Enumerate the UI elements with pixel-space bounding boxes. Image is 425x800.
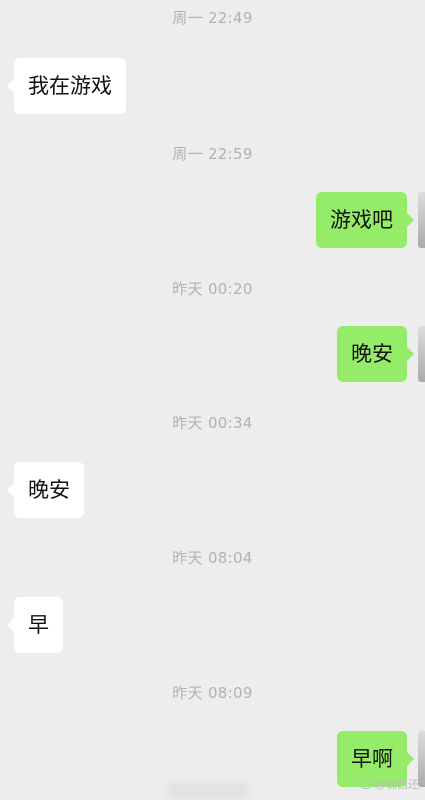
avatar[interactable] — [418, 731, 425, 787]
blurred-area — [168, 782, 248, 800]
timestamp: 昨天 08:04 — [172, 549, 253, 567]
timestamp: 周一 22:49 — [172, 9, 253, 27]
avatar[interactable] — [418, 192, 425, 248]
sent-message[interactable]: 游戏吧 — [316, 192, 414, 248]
received-message[interactable]: 我在游戏 — [7, 58, 126, 114]
avatar[interactable] — [418, 326, 425, 382]
chat-screen: 周一 22:49 我在游戏 周一 22:59 游戏吧 昨天 00:20 晚安 昨… — [0, 0, 425, 800]
received-message[interactable]: 晚安 — [7, 462, 84, 518]
received-message[interactable]: 早 — [7, 597, 63, 653]
sent-message[interactable]: 晚安 — [337, 326, 414, 382]
timestamp: 周一 22:59 — [172, 145, 253, 163]
watermark: @锦西还 — [360, 776, 419, 792]
weibo-icon — [360, 779, 372, 789]
timestamp: 昨天 00:20 — [172, 280, 253, 298]
timestamp: 昨天 00:34 — [172, 414, 253, 432]
timestamp: 昨天 08:09 — [172, 684, 253, 702]
watermark-text: @锦西还 — [375, 778, 419, 791]
